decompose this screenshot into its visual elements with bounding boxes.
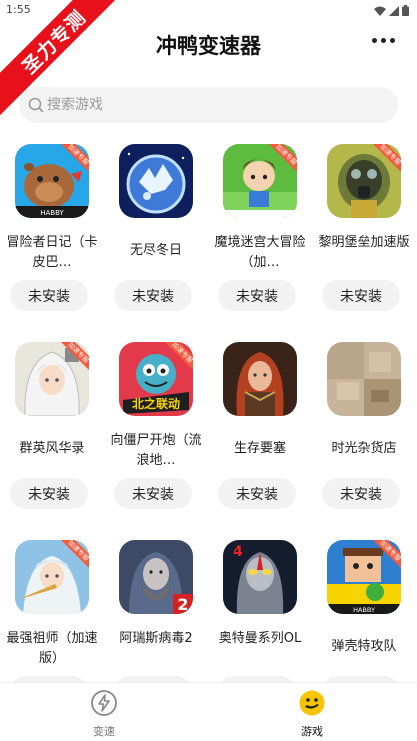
tab-speed-label: 变速 <box>93 725 115 738</box>
game-name: 黎明堡垒加速版 <box>318 235 410 250</box>
art-text: 4 <box>233 544 243 560</box>
game-name: 时光杂货店 <box>331 441 397 456</box>
frozen-planet-icon[interactable] <box>119 144 193 218</box>
game-card[interactable]: 生存要塞 未安装 <box>208 342 312 532</box>
game-name: 群英风华录 <box>19 441 85 456</box>
game-name: 生存要塞 <box>233 441 286 456</box>
battery-icon <box>402 5 409 16</box>
game-name: 最强祖师（加速版） <box>6 631 98 666</box>
game-card[interactable]: 无尽冬日 未安装 <box>104 144 208 334</box>
status-icons <box>374 5 409 16</box>
status-time: 1:55 <box>6 3 31 16</box>
art-text: 2 <box>177 595 188 614</box>
game-card[interactable]: 时光杂货店 未安装 <box>312 342 416 532</box>
gas-mask-icon[interactable]: 加速专服 <box>327 144 401 218</box>
svg-text:HABBY: HABBY <box>353 606 375 614</box>
search-icon <box>28 97 44 113</box>
adventure-boy-icon[interactable]: 加速专服 <box>223 144 297 218</box>
game-name: 无尽冬日 <box>129 243 182 258</box>
tab-games[interactable]: 游戏 <box>272 689 352 739</box>
game-name: 向僵尸开炮（流浪地… <box>110 433 202 468</box>
install-button[interactable]: 未安装 <box>218 478 296 509</box>
install-button[interactable]: 未安装 <box>218 280 296 311</box>
badge-text: 加速专服 <box>66 144 89 167</box>
install-button[interactable]: 未安装 <box>322 280 400 311</box>
game-card[interactable]: 加速专服 魔境迷宫大冒险（加… 未安装 <box>208 144 312 334</box>
blurred-shop-icon[interactable] <box>327 342 401 416</box>
red-hair-warrior-icon[interactable] <box>223 342 297 416</box>
capybara-icon[interactable]: HABBY 加速专服 <box>15 144 89 218</box>
art-text: 北之联动 <box>132 396 180 411</box>
badge-text: 加速专服 <box>66 540 89 563</box>
install-button[interactable]: 未安装 <box>322 478 400 509</box>
badge-text: 加速专服 <box>274 144 297 167</box>
search-input[interactable] <box>47 97 367 113</box>
game-name: 奥特曼系列OL <box>218 631 302 646</box>
game-name: 阿瑞斯病毒2 <box>119 631 193 646</box>
game-card[interactable]: 加速专服 黎明堡垒加速版 未安装 <box>312 144 416 334</box>
badge-text: 加速专服 <box>66 342 89 365</box>
lightning-icon <box>91 690 117 716</box>
game-card[interactable]: 加速专服 群英风华录 未安装 <box>0 342 104 532</box>
game-card[interactable]: HABBY 加速专服 冒险者日记（卡皮巴… 未安装 <box>0 144 104 334</box>
badge-text: 加速专服 <box>170 342 193 365</box>
game-name: 魔境迷宫大冒险（加… <box>214 235 306 270</box>
install-button[interactable]: 未安装 <box>114 478 192 509</box>
badge-text: 加速专服 <box>378 540 401 563</box>
install-button[interactable]: 未安装 <box>114 280 192 311</box>
game-name: 弹壳特攻队 <box>331 639 397 654</box>
survivor-icon[interactable]: HABBY 加速专服 <box>327 540 401 614</box>
search-bar[interactable] <box>19 87 398 123</box>
install-button[interactable]: 未安装 <box>10 478 88 509</box>
game-card[interactable]: 北之联动 加速专服 向僵尸开炮（流浪地… 未安装 <box>104 342 208 532</box>
ultraman-icon[interactable]: 4 <box>223 540 297 614</box>
more-options-button[interactable] <box>372 38 395 43</box>
white-hair-girl-icon[interactable]: 加速专服 <box>15 342 89 416</box>
wifi-icon <box>374 6 386 16</box>
bearded-man-icon[interactable]: 2 <box>119 540 193 614</box>
badge-text: 加速专服 <box>378 144 401 167</box>
zombie-cannon-icon[interactable]: 北之联动 加速专服 <box>119 342 193 416</box>
gamepad-duck-icon <box>299 690 325 716</box>
bottom-tab-bar: 变速 游戏 <box>0 682 417 741</box>
signal-icon <box>389 5 399 16</box>
svg-text:HABBY: HABBY <box>40 209 64 217</box>
tab-speed[interactable]: 变速 <box>64 689 144 739</box>
game-name: 冒险者日记（卡皮巴… <box>6 235 98 270</box>
tab-games-label: 游戏 <box>301 725 323 738</box>
install-button[interactable]: 未安装 <box>10 280 88 311</box>
anime-girl-icon[interactable]: 加速专服 <box>15 540 89 614</box>
